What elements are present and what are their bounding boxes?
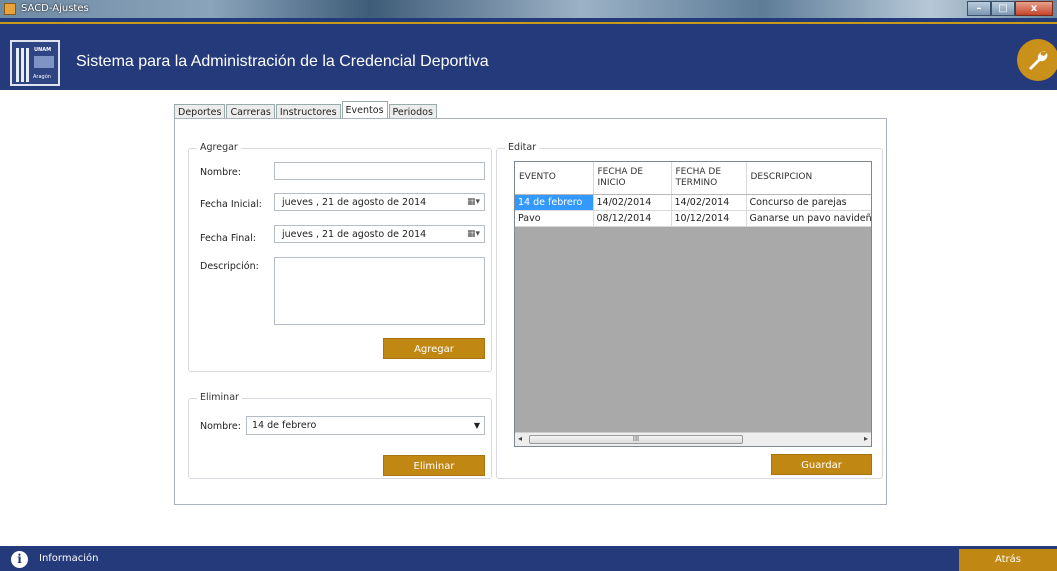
eventos-table: EVENTO FECHA DE INICIO FECHA DE TERMINO … <box>515 162 871 227</box>
back-button[interactable]: Atrás <box>959 549 1057 571</box>
cell-fecha-termino[interactable]: 10/12/2014 <box>671 210 747 227</box>
eliminar-nombre-label: Nombre: <box>200 421 241 432</box>
scroll-left-icon[interactable]: ◂ <box>518 434 522 443</box>
eliminar-nombre-select[interactable]: 14 de febrero ▼ <box>246 416 485 435</box>
descripcion-label: Descripción: <box>200 261 259 272</box>
cell-descripcion[interactable]: Ganarse un pavo navideño <box>746 210 871 227</box>
eliminar-selected-value: 14 de febrero <box>252 420 317 431</box>
agregar-legend: Agregar <box>197 142 241 153</box>
fecha-inicial-label: Fecha Inicial: <box>200 199 262 210</box>
column-header-evento[interactable]: EVENTO <box>515 162 594 195</box>
window-titlebar: SACD-Ajustes – □ x <box>0 0 1057 18</box>
chevron-down-icon: ▼ <box>473 421 480 430</box>
calendar-dropdown-icon[interactable]: ▦▾ <box>467 197 480 207</box>
nombre-input[interactable] <box>274 162 485 180</box>
column-header-fecha-termino[interactable]: FECHA DE TERMINO <box>671 162 747 195</box>
cell-descripcion[interactable]: Concurso de parejas <box>746 194 871 211</box>
eventos-tab-panel: Agregar Nombre: Fecha Inicial: jueves , … <box>174 118 887 505</box>
cell-evento[interactable]: Pavo <box>515 210 594 227</box>
horizontal-scrollbar[interactable]: ◂ III ▸ <box>515 432 871 446</box>
editar-legend: Editar <box>505 142 540 153</box>
fecha-inicial-picker[interactable]: jueves , 21 de agosto de 2014 ▦▾ <box>274 193 485 211</box>
cell-fecha-inicio[interactable]: 08/12/2014 <box>593 210 672 227</box>
scroll-right-icon[interactable]: ▸ <box>864 434 868 443</box>
eliminar-button[interactable]: Eliminar <box>383 455 485 476</box>
unam-logo: UNAM Aragón <box>10 40 60 86</box>
fecha-final-value: jueves , 21 de agosto de 2014 <box>282 229 427 240</box>
minimize-button[interactable]: – <box>967 1 991 16</box>
maximize-button[interactable]: □ <box>991 1 1015 16</box>
eliminar-group: Eliminar Nombre: 14 de febrero ▼ Elimina… <box>188 392 492 479</box>
logo-text: UNAM <box>34 47 52 53</box>
wrench-icon <box>1029 51 1048 70</box>
table-row[interactable]: 14 de febrero 14/02/2014 14/02/2014 Conc… <box>515 194 871 211</box>
settings-wrench-button[interactable] <box>1017 39 1057 81</box>
agregar-button[interactable]: Agregar <box>383 338 485 359</box>
app-title: Sistema para la Administración de la Cre… <box>76 53 489 70</box>
info-label[interactable]: Información <box>39 553 98 564</box>
calendar-dropdown-icon[interactable]: ▦▾ <box>467 229 480 239</box>
guardar-button[interactable]: Guardar <box>771 454 872 475</box>
fecha-final-label: Fecha Final: <box>200 233 256 244</box>
window-title: SACD-Ajustes <box>21 3 89 14</box>
column-header-fecha-inicio[interactable]: FECHA DE INICIO <box>593 162 672 195</box>
scroll-thumb[interactable]: III <box>529 435 743 444</box>
cell-fecha-termino[interactable]: 14/02/2014 <box>671 194 747 211</box>
logo-subtext: Aragón <box>33 74 51 80</box>
header-accent-line <box>0 22 1057 24</box>
descripcion-textarea[interactable] <box>274 257 485 325</box>
nombre-label: Nombre: <box>200 167 241 178</box>
table-header-row: EVENTO FECHA DE INICIO FECHA DE TERMINO … <box>515 162 871 195</box>
cell-evento[interactable]: 14 de febrero <box>515 194 594 211</box>
agregar-group: Agregar Nombre: Fecha Inicial: jueves , … <box>188 142 492 372</box>
column-header-descripcion[interactable]: DESCRIPCION <box>746 162 871 195</box>
close-button[interactable]: x <box>1015 1 1053 16</box>
fecha-inicial-value: jueves , 21 de agosto de 2014 <box>282 197 427 208</box>
app-header: UNAM Aragón Sistema para la Administraci… <box>0 18 1057 90</box>
table-row[interactable]: Pavo 08/12/2014 10/12/2014 Ganarse un pa… <box>515 210 871 227</box>
app-icon <box>4 3 16 15</box>
info-icon[interactable]: i <box>11 551 28 568</box>
window-controls: – □ x <box>967 1 1053 16</box>
fecha-final-picker[interactable]: jueves , 21 de agosto de 2014 ▦▾ <box>274 225 485 243</box>
eliminar-legend: Eliminar <box>197 392 242 403</box>
eventos-data-grid[interactable]: EVENTO FECHA DE INICIO FECHA DE TERMINO … <box>514 161 872 447</box>
cell-fecha-inicio[interactable]: 14/02/2014 <box>593 194 672 211</box>
app-footer: i Información Atrás <box>0 546 1057 571</box>
